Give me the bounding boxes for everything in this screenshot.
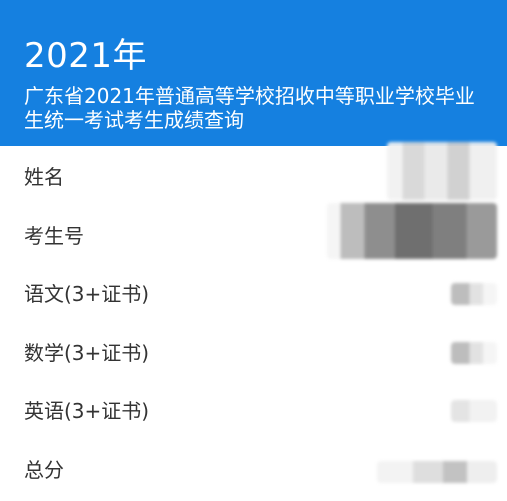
- redacted-math-score: [451, 342, 497, 364]
- score-list: 姓名 考生号 语文(3+证书) 数学(3+证书) 英语(3+证书) 总分: [0, 150, 507, 501]
- row-chinese: 语文(3+证书): [0, 267, 507, 326]
- row-label-english: 英语(3+证书): [24, 398, 149, 424]
- page-subtitle: 广东省2021年普通高等学校招收中等职业学校毕业生统一考试考生成绩查询: [24, 84, 494, 132]
- row-label-math: 数学(3+证书): [24, 340, 149, 366]
- redacted-chinese-score: [451, 283, 497, 305]
- row-label-chinese: 语文(3+证书): [24, 281, 149, 307]
- page-header: 2021年 广东省2021年普通高等学校招收中等职业学校毕业生统一考试考生成绩查…: [0, 0, 507, 146]
- row-label-candidate-number: 考生号: [24, 223, 84, 249]
- page-title: 2021年: [24, 36, 485, 76]
- row-english: 英语(3+证书): [0, 384, 507, 443]
- redacted-total-score: [377, 461, 497, 483]
- redacted-name-value: [387, 142, 497, 200]
- row-label-total: 总分: [24, 457, 64, 483]
- row-name: 姓名: [0, 150, 507, 209]
- row-candidate-number: 考生号: [0, 209, 507, 268]
- redacted-candidate-number-value: [327, 203, 497, 259]
- row-label-name: 姓名: [24, 164, 64, 190]
- redacted-english-score: [451, 400, 497, 422]
- row-total: 总分: [0, 443, 507, 501]
- row-math: 数学(3+证书): [0, 326, 507, 385]
